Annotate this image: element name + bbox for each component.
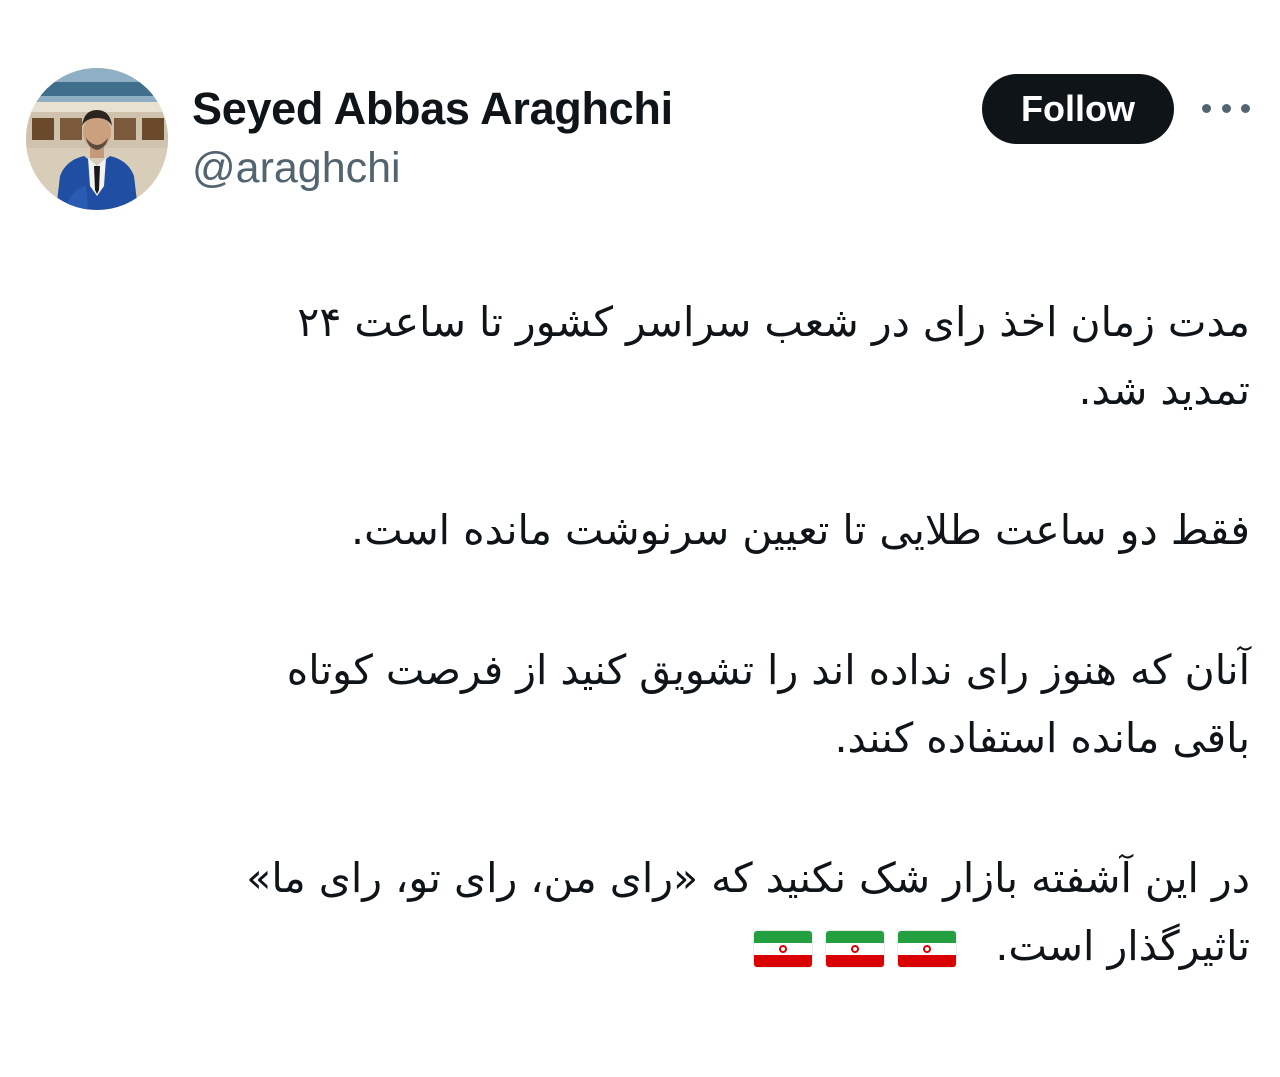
tweet-line: باقی مانده استفاده کنند. [834, 714, 1250, 762]
author-handle[interactable]: @araghchi [192, 142, 673, 194]
avatar-photo [26, 68, 168, 210]
flag-emojis [754, 931, 957, 967]
author-display-name[interactable]: Seyed Abbas Araghchi [192, 82, 673, 136]
tweet-line: در این آشفته بازار شک نکنید که «رای من، … [246, 854, 1250, 902]
tweet-line: آنان که هنوز رای نداده اند را تشویق کنید… [286, 646, 1250, 694]
more-options-icon[interactable] [1202, 96, 1250, 120]
tweet-text: مدت زمان اخذ رای در شعب سراسر کشور تا سا… [90, 288, 1250, 1052]
tweet-line-with-flags: تاثیرگذار است. [90, 912, 1250, 980]
iran-flag-icon [898, 931, 957, 967]
iran-flag-icon [826, 931, 885, 967]
more-dot [1221, 103, 1231, 113]
more-dot [1202, 103, 1211, 113]
tweet-paragraph-3: آنان که هنوز رای نداده اند را تشویق کنید… [90, 636, 1250, 772]
tweet-paragraph-4: در این آشفته بازار شک نکنید که «رای من، … [90, 844, 1250, 980]
more-dot [1241, 103, 1250, 113]
tweet-header: Seyed Abbas Araghchi @araghchi Follow [26, 68, 1256, 210]
author-avatar[interactable] [26, 68, 168, 210]
tweet-line: تمدید شد. [1078, 366, 1250, 414]
tweet-line: مدت زمان اخذ رای در شعب سراسر کشور تا سا… [297, 298, 1250, 346]
author-names: Seyed Abbas Araghchi @araghchi [192, 82, 673, 194]
tweet-paragraph-1: مدت زمان اخذ رای در شعب سراسر کشور تا سا… [90, 288, 1250, 424]
tweet-paragraph-2: فقط دو ساعت طلایی تا تعیین سرنوشت مانده … [90, 496, 1250, 564]
iran-flag-icon [754, 931, 813, 967]
tweet-line: فقط دو ساعت طلایی تا تعیین سرنوشت مانده … [351, 506, 1250, 554]
follow-button[interactable]: Follow [982, 74, 1174, 144]
tweet-line-text: تاثیرگذار است. [995, 922, 1250, 970]
